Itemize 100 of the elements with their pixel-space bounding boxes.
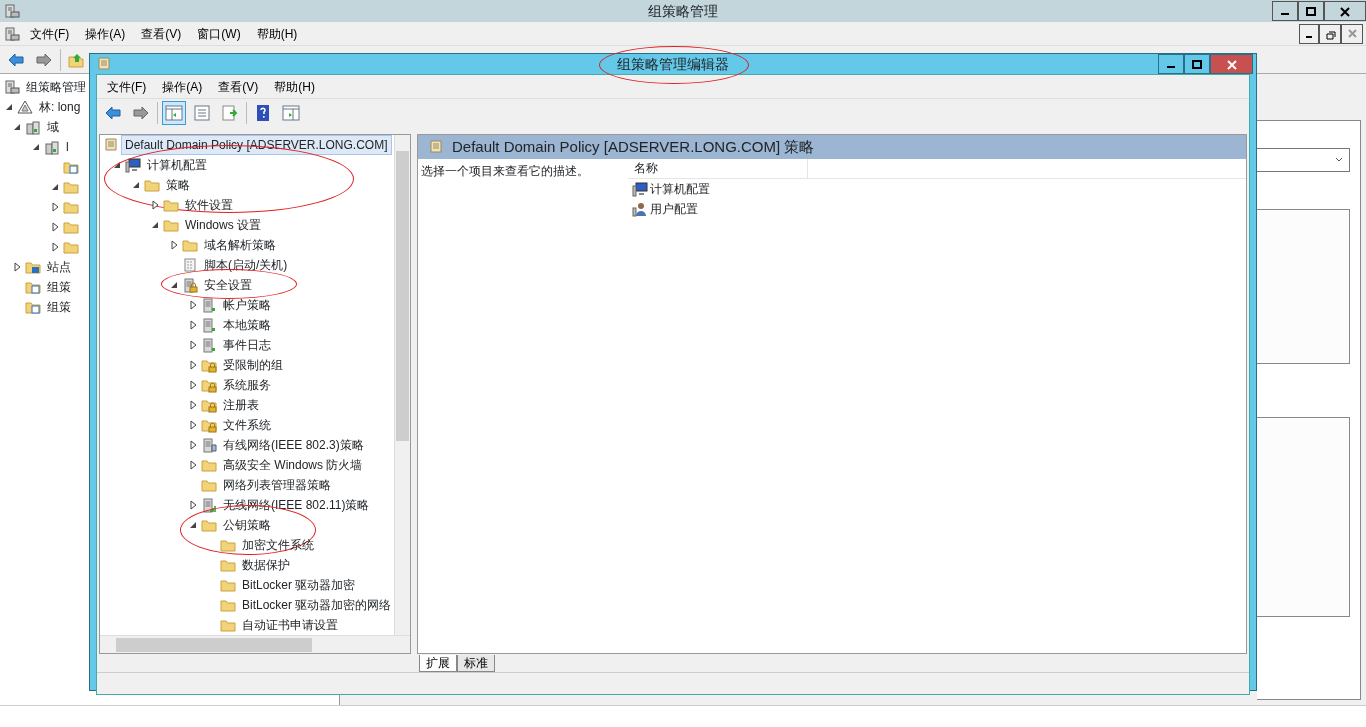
tree-item[interactable]: 注册表 <box>220 396 262 414</box>
tree-item[interactable]: BitLocker 驱动器加密的网络 <box>239 596 394 614</box>
tree-item[interactable]: 域 <box>44 118 62 136</box>
dropdown-field[interactable] <box>1257 148 1350 172</box>
tab[interactable]: 标准 <box>457 655 495 672</box>
close-child-button[interactable] <box>1341 23 1363 44</box>
scroll-icon <box>96 56 112 72</box>
folder-icon <box>201 457 217 473</box>
close-icon <box>1224 57 1239 71</box>
tree-item[interactable]: 组策 <box>44 298 74 316</box>
menu-item[interactable]: 操作(A) <box>156 76 209 97</box>
restore-child-button[interactable] <box>1319 23 1341 44</box>
folder-icon <box>220 557 236 573</box>
list-item[interactable]: 用户配置 <box>650 200 698 218</box>
tree-item[interactable]: 有线网络(IEEE 802.3)策略 <box>220 436 367 454</box>
expand-arrow-icon[interactable] <box>50 222 60 232</box>
pane-title: Default Domain Policy [ADSERVER.LONG.COM] 策略 <box>452 136 815 157</box>
expand-arrow-icon[interactable] <box>188 360 198 370</box>
tree-item[interactable]: Windows 设置 <box>182 216 264 234</box>
tree-item[interactable]: 数据保护 <box>239 556 293 574</box>
tree-item[interactable]: 公钥策略 <box>220 516 274 534</box>
collapse-arrow-icon[interactable] <box>188 520 198 530</box>
menu-item[interactable]: 帮助(H) <box>250 23 304 44</box>
expand-arrow-icon[interactable] <box>150 200 160 210</box>
column-header[interactable]: 名称 <box>628 159 808 178</box>
tab[interactable]: 扩展 <box>419 655 457 672</box>
menu-item[interactable]: 帮助(H) <box>268 76 321 97</box>
tree-item[interactable]: 帐户策略 <box>220 296 274 314</box>
collapse-arrow-icon[interactable] <box>4 102 14 112</box>
tree-item[interactable]: 安全设置 <box>201 276 255 294</box>
minimize-button[interactable] <box>1158 54 1184 74</box>
maximize-icon <box>1304 4 1318 18</box>
expand-arrow-icon[interactable] <box>188 500 198 510</box>
menu-item[interactable]: 窗口(W) <box>191 23 247 44</box>
menu-item[interactable]: 文件(F) <box>24 23 76 44</box>
site-icon <box>25 259 41 275</box>
maximize-icon <box>1190 57 1204 71</box>
tree-item[interactable]: 组策 <box>44 278 74 296</box>
list-icon <box>193 103 211 122</box>
minimize-icon <box>1306 36 1312 38</box>
tree-item[interactable]: 本地策略 <box>220 316 274 334</box>
tree-item[interactable]: 策略 <box>163 176 193 194</box>
tree-item[interactable]: 高级安全 Windows 防火墙 <box>220 456 366 474</box>
tree-item[interactable]: 域名解析策略 <box>201 236 279 254</box>
tree-item[interactable]: 软件设置 <box>182 196 236 214</box>
tree-pane-button[interactable] <box>162 100 186 125</box>
scroll-thumb[interactable] <box>396 151 409 441</box>
tree-item[interactable]: 系统服务 <box>220 376 274 394</box>
horizontal-scrollbar[interactable] <box>100 635 410 653</box>
collapse-arrow-icon[interactable] <box>50 182 60 192</box>
expand-arrow-icon[interactable] <box>188 300 198 310</box>
tree-item[interactable]: 网络列表管理器策略 <box>220 476 334 494</box>
tree-item[interactable]: 自动证书申请设置 <box>239 616 341 634</box>
help-icon <box>254 103 272 122</box>
expand-arrow-icon[interactable] <box>50 242 60 252</box>
tree-item[interactable]: 林: long <box>36 98 84 116</box>
tree-item[interactable]: 文件系统 <box>220 416 274 434</box>
scroll-thumb[interactable] <box>116 637 312 652</box>
management-console-icon <box>4 3 20 19</box>
collapse-arrow-icon[interactable] <box>150 220 160 230</box>
collapse-arrow-icon[interactable] <box>131 180 141 190</box>
close-button[interactable] <box>1324 1 1366 21</box>
triangle-icon <box>17 99 33 115</box>
menu-item[interactable]: 操作(A) <box>79 23 132 44</box>
menu-item[interactable]: 文件(F) <box>101 76 153 97</box>
expand-arrow-icon[interactable] <box>188 440 198 450</box>
expand-arrow-icon[interactable] <box>188 420 198 430</box>
minimize-child-button[interactable] <box>1299 23 1319 44</box>
collapse-arrow-icon[interactable] <box>31 142 41 152</box>
maximize-button[interactable] <box>1298 1 1324 21</box>
tree-item[interactable]: l <box>63 138 72 156</box>
minimize-icon <box>1281 13 1289 15</box>
menu-item[interactable]: 查看(V) <box>135 23 188 44</box>
network-server-icon <box>201 437 217 453</box>
window-title: 组策略管理 <box>648 2 718 19</box>
collapse-arrow-icon[interactable] <box>12 122 22 132</box>
collapse-arrow-icon[interactable] <box>169 280 179 290</box>
expand-arrow-icon[interactable] <box>188 320 198 330</box>
expand-arrow-icon[interactable] <box>188 460 198 470</box>
locked-folder-icon <box>201 357 217 373</box>
expand-arrow-icon[interactable] <box>12 262 22 272</box>
expand-arrow-icon[interactable] <box>188 400 198 410</box>
expand-arrow-icon[interactable] <box>188 340 198 350</box>
expand-arrow-icon[interactable] <box>169 240 179 250</box>
expand-arrow-icon[interactable] <box>188 380 198 390</box>
vertical-scrollbar[interactable] <box>394 135 410 635</box>
tree-item[interactable]: 计算机配置 <box>144 156 210 174</box>
tree-item[interactable]: 事件日志 <box>220 336 274 354</box>
tree-item[interactable]: 受限制的组 <box>220 356 286 374</box>
list-item[interactable]: 计算机配置 <box>650 180 710 198</box>
minimize-button[interactable] <box>1272 1 1298 21</box>
domain-icon <box>44 139 60 155</box>
tree-item[interactable]: 组策略管理 <box>23 78 89 96</box>
menu-item[interactable]: 查看(V) <box>212 76 265 97</box>
folder-icon <box>163 217 179 233</box>
tree-item[interactable]: 站点 <box>44 258 74 276</box>
maximize-button[interactable] <box>1184 54 1210 74</box>
folder-icon <box>220 617 236 633</box>
expand-arrow-icon[interactable] <box>50 202 60 212</box>
tree-item[interactable]: BitLocker 驱动器加密 <box>239 576 359 594</box>
